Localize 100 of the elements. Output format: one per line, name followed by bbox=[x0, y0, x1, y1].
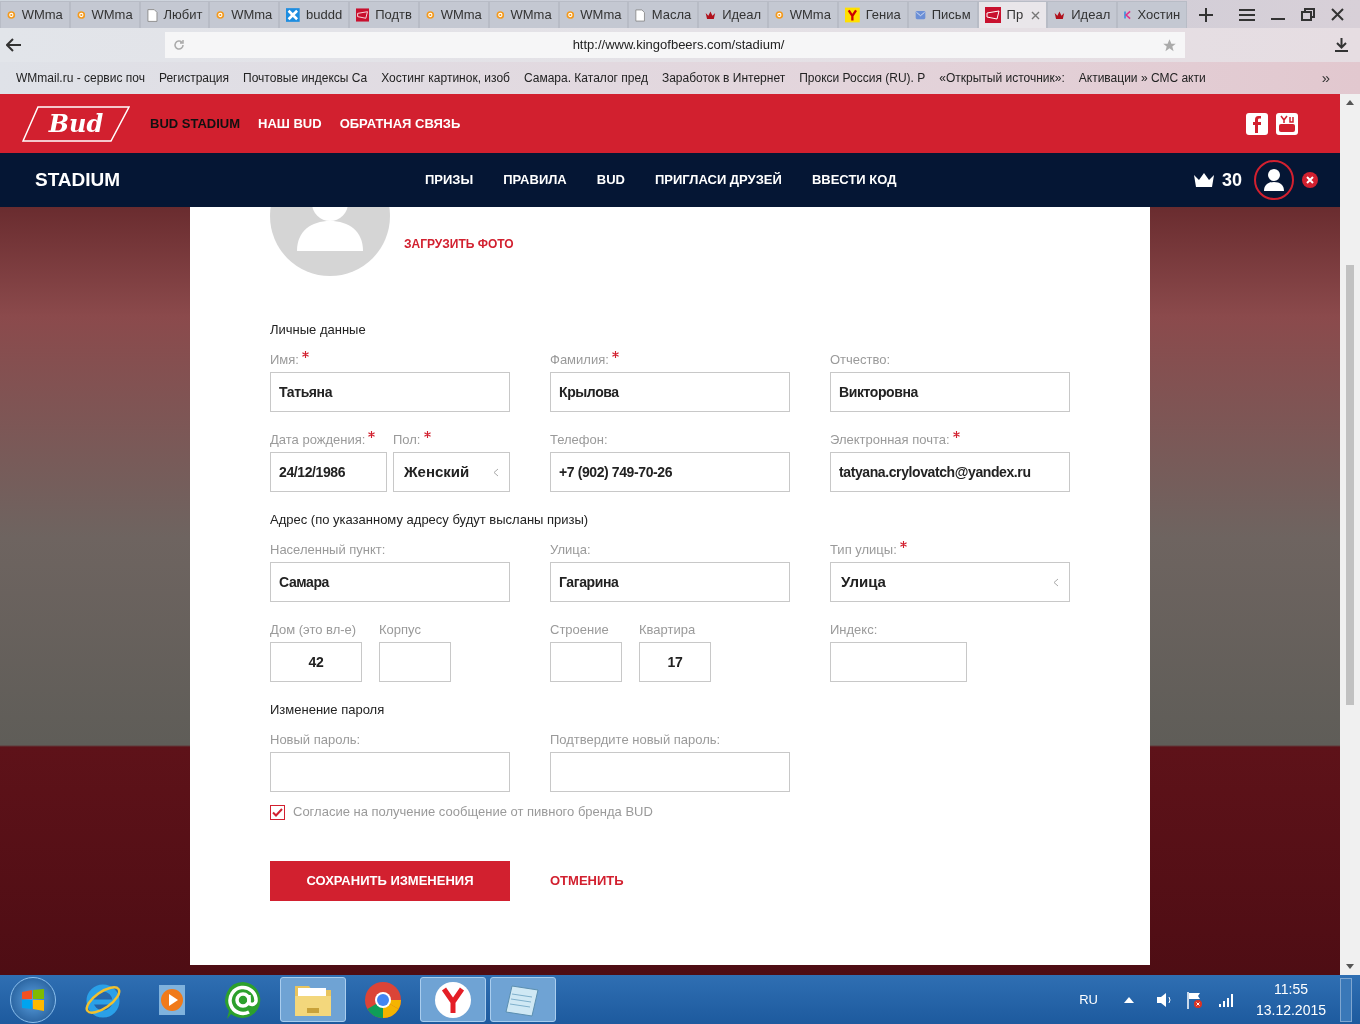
input-field[interactable]: Гагарина bbox=[550, 562, 790, 602]
language-indicator[interactable]: RU bbox=[1079, 989, 1098, 1010]
browser-tab[interactable]: Хостин bbox=[1117, 1, 1188, 28]
close-icon[interactable] bbox=[1031, 10, 1041, 20]
select-field[interactable]: Улица bbox=[830, 562, 1070, 602]
browser-tab[interactable]: WMma bbox=[488, 1, 559, 28]
field-label: Индекс: bbox=[830, 621, 878, 639]
signal-icon[interactable] bbox=[1217, 992, 1234, 1007]
browser-tab[interactable]: Письм bbox=[907, 1, 978, 28]
video-icon[interactable] bbox=[1276, 112, 1298, 135]
bookmark-link[interactable]: Заработок в Интернет bbox=[661, 69, 786, 87]
input-field[interactable] bbox=[830, 642, 967, 682]
bookmark-link[interactable]: Активации » СМС акти bbox=[1078, 69, 1206, 87]
browser-tab[interactable]: WMma bbox=[418, 1, 489, 28]
browser-tab[interactable]: Любит bbox=[139, 1, 210, 28]
browser-tab[interactable]: Идеал bbox=[1047, 1, 1118, 28]
more-bookmarks-button[interactable]: » bbox=[1321, 66, 1330, 90]
browser-tab[interactable]: Пр bbox=[977, 1, 1048, 28]
section-title: STADIUM bbox=[35, 167, 122, 192]
field-label: Электронная почта: bbox=[830, 431, 950, 449]
caret-up-icon[interactable] bbox=[1123, 996, 1134, 1003]
bookmark-link[interactable]: WMmail.ru - сервис поч bbox=[16, 69, 145, 87]
download-icon[interactable] bbox=[1335, 38, 1348, 52]
nav-link[interactable]: ВВЕСТИ КОД bbox=[811, 170, 897, 190]
header-nav-link[interactable]: ОБРАТНАЯ СВЯЗЬ bbox=[339, 113, 461, 134]
cancel-link[interactable]: ОТМЕНИТЬ bbox=[550, 871, 624, 891]
taskbar-app[interactable] bbox=[420, 977, 486, 1022]
browser-tab[interactable]: WMma bbox=[0, 1, 70, 28]
page-icon bbox=[146, 7, 158, 23]
input-field[interactable] bbox=[270, 752, 510, 792]
section-heading: Изменение пароля bbox=[270, 701, 386, 719]
browser-tab[interactable]: WMma bbox=[558, 1, 629, 28]
upload-photo-link[interactable]: ЗАГРУЗИТЬ ФОТО bbox=[404, 235, 514, 253]
back-arrow-icon[interactable] bbox=[6, 38, 22, 52]
browser-tab[interactable]: Подтв bbox=[349, 1, 419, 28]
bookmark-link[interactable]: Почтовые индексы Са bbox=[243, 69, 368, 87]
header-nav-link[interactable]: НАШ BUD bbox=[258, 113, 322, 134]
nav-link[interactable]: ПРАВИЛА bbox=[503, 170, 567, 190]
nav-link[interactable]: ПРИГЛАСИ ДРУЗЕЙ bbox=[654, 170, 782, 190]
restore-icon[interactable] bbox=[1301, 8, 1316, 21]
bookmark-link[interactable]: «Открытый источник»: bbox=[939, 69, 1065, 87]
input-field[interactable] bbox=[550, 642, 622, 682]
speaker-icon[interactable] bbox=[1155, 991, 1172, 1008]
logout-icon[interactable] bbox=[1302, 172, 1318, 188]
input-field[interactable] bbox=[379, 642, 451, 682]
input-field[interactable]: 24/12/1986 bbox=[270, 452, 387, 492]
browser-tab[interactable]: Гениа bbox=[837, 1, 908, 28]
field-label: Телефон: bbox=[550, 431, 608, 449]
browser-tab[interactable]: WMma bbox=[69, 1, 140, 28]
clock-date: 13.12.2015 bbox=[1255, 1000, 1326, 1020]
bookmark-link[interactable]: Самара. Каталог пред bbox=[523, 69, 648, 87]
input-field[interactable]: 17 bbox=[639, 642, 711, 682]
plus-icon[interactable] bbox=[1199, 7, 1214, 22]
header-nav-link[interactable]: BUD STADIUM bbox=[150, 113, 241, 134]
facebook-icon[interactable] bbox=[1246, 112, 1268, 135]
bookmark-link[interactable]: Прокси Россия (RU). P bbox=[799, 69, 926, 87]
field-label: Дата рождения: bbox=[270, 431, 366, 449]
input-field[interactable]: Викторовна bbox=[830, 372, 1070, 412]
field-label: Улица: bbox=[550, 541, 591, 559]
field-label: Строение bbox=[550, 621, 609, 639]
scrollbar-thumb[interactable] bbox=[1346, 265, 1354, 705]
logo[interactable]: Bud bbox=[22, 105, 130, 142]
points-count: 30 bbox=[1221, 168, 1242, 192]
close-icon[interactable] bbox=[1331, 8, 1345, 21]
input-field[interactable]: 42 bbox=[270, 642, 362, 682]
clock[interactable]: 11:55 13.12.2015 bbox=[1255, 978, 1326, 1021]
input-field[interactable] bbox=[550, 752, 790, 792]
bookmark-link[interactable]: Регистрация bbox=[158, 69, 230, 87]
flag-error-icon[interactable] bbox=[1185, 990, 1204, 1009]
browser-tab[interactable]: buddd bbox=[279, 1, 350, 28]
field-label: Имя: bbox=[270, 351, 299, 369]
browser-tab[interactable]: Идеал bbox=[698, 1, 769, 28]
field-label: Подтвердите новый пароль: bbox=[550, 731, 721, 749]
input-field[interactable]: Крылова bbox=[550, 372, 790, 412]
menu-icon[interactable] bbox=[1239, 8, 1256, 21]
select-field[interactable]: Женский bbox=[393, 452, 510, 492]
consent-checkbox[interactable] bbox=[270, 804, 285, 820]
user-icon bbox=[1263, 168, 1285, 192]
up-arrow-icon[interactable] bbox=[1346, 100, 1354, 105]
input-field[interactable]: +7 (902) 749-70-26 bbox=[550, 452, 790, 492]
save-button[interactable]: СОХРАНИТЬ ИЗМЕНЕНИЯ bbox=[270, 861, 510, 901]
cross-logo-icon bbox=[286, 7, 300, 23]
browser-tab[interactable]: WMma bbox=[768, 1, 838, 28]
browser-tab[interactable]: WMma bbox=[209, 1, 280, 28]
checkmark-icon bbox=[272, 807, 283, 817]
bookmark-link[interactable]: Хостинг картинок, изоб bbox=[381, 69, 510, 87]
browser-tab[interactable]: Масла bbox=[628, 1, 699, 28]
address-bar[interactable]: http://www.kingofbeers.com/stadium/ bbox=[165, 32, 1185, 58]
star-icon[interactable] bbox=[1162, 37, 1177, 53]
start-button[interactable] bbox=[10, 976, 56, 1023]
down-arrow-icon[interactable] bbox=[1346, 964, 1354, 969]
profile-avatar[interactable] bbox=[1254, 160, 1294, 200]
input-field[interactable]: Самара bbox=[270, 562, 510, 602]
nav-link[interactable]: BUD bbox=[596, 170, 625, 190]
nav-link[interactable]: ПРИЗЫ bbox=[425, 170, 474, 190]
field-label: Фамилия: bbox=[550, 351, 609, 369]
input-field[interactable]: Татьяна bbox=[270, 372, 510, 412]
scrollbar[interactable] bbox=[1340, 94, 1360, 975]
input-field[interactable]: tatyana.crylovatch@yandex.ru bbox=[830, 452, 1070, 492]
envelope-icon bbox=[914, 8, 926, 22]
